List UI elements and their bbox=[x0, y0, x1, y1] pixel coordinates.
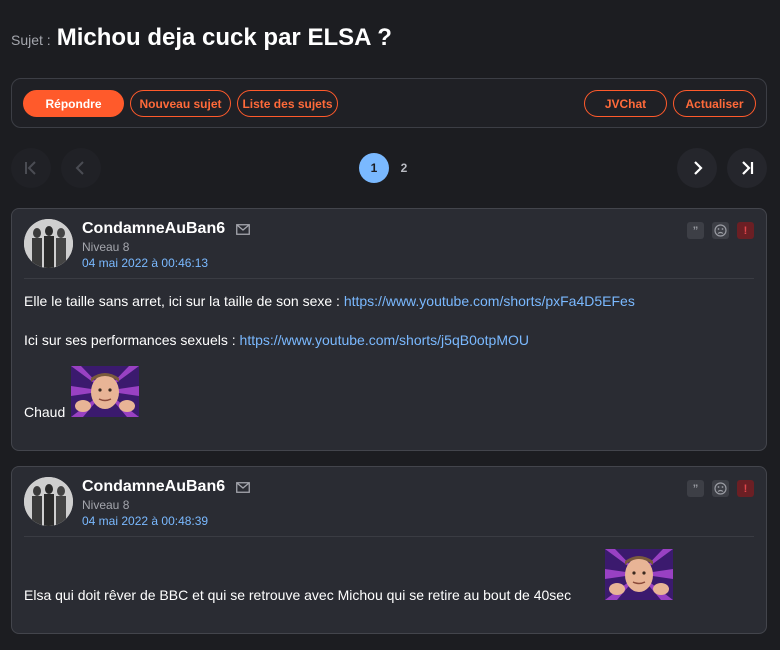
report-icon[interactable]: ! bbox=[737, 480, 754, 497]
sticker-image bbox=[71, 366, 139, 417]
post-paragraph: Ici sur ses performances sexuels : https… bbox=[24, 332, 529, 348]
new-topic-button[interactable]: Nouveau sujet bbox=[130, 90, 231, 117]
post-text: Elle le taille sans arret, ici sur la ta… bbox=[24, 293, 344, 309]
topic-prefix: Sujet : bbox=[11, 32, 51, 48]
mail-icon[interactable] bbox=[236, 224, 250, 235]
report-icon[interactable]: ! bbox=[737, 222, 754, 239]
post-header: CondamneAuBan6 Niveau 8 04 mai 2022 à 00… bbox=[12, 467, 766, 537]
post-text: Chaud bbox=[24, 404, 66, 420]
first-page-icon[interactable] bbox=[11, 148, 51, 188]
forum-post: CondamneAuBan6 Niveau 8 04 mai 2022 à 00… bbox=[11, 208, 767, 451]
post-author-level: Niveau 8 bbox=[82, 240, 130, 254]
topic-toolbar: Répondre Nouveau sujet Liste des sujets … bbox=[11, 78, 767, 128]
post-paragraph: Elsa qui doit rêver de BBC et qui se ret… bbox=[24, 587, 571, 603]
refresh-button[interactable]: Actualiser bbox=[673, 90, 756, 117]
page-title: Michou deja cuck par ELSA ? bbox=[56, 24, 392, 51]
post-actions: ” ! bbox=[687, 480, 754, 497]
post-divider bbox=[24, 278, 754, 279]
previous-page-icon[interactable] bbox=[61, 148, 101, 188]
quote-icon[interactable]: ” bbox=[687, 480, 704, 497]
sticker-image bbox=[605, 549, 673, 600]
mail-icon[interactable] bbox=[236, 482, 250, 493]
reply-button[interactable]: Répondre bbox=[23, 90, 124, 117]
sad-face-icon[interactable] bbox=[712, 222, 729, 239]
post-paragraph: Elle le taille sans arret, ici sur la ta… bbox=[24, 293, 635, 309]
post-author-level: Niveau 8 bbox=[82, 498, 130, 512]
pagination: 1 2 bbox=[0, 147, 780, 189]
forum-post: CondamneAuBan6 Niveau 8 04 mai 2022 à 00… bbox=[11, 466, 767, 634]
post-date[interactable]: 04 mai 2022 à 00:46:13 bbox=[82, 256, 208, 270]
youtube-link[interactable]: https://www.youtube.com/shorts/j5qB0otpM… bbox=[240, 332, 529, 348]
topic-title-row: Sujet : Michou deja cuck par ELSA ? bbox=[11, 24, 392, 52]
post-text: Elsa qui doit rêver de BBC et qui se ret… bbox=[24, 587, 572, 603]
page-2-button[interactable]: 2 bbox=[389, 153, 419, 183]
next-page-icon[interactable] bbox=[677, 148, 717, 188]
avatar[interactable] bbox=[24, 477, 73, 526]
post-actions: ” ! bbox=[687, 222, 754, 239]
post-header: CondamneAuBan6 Niveau 8 04 mai 2022 à 00… bbox=[12, 209, 766, 279]
avatar[interactable] bbox=[24, 219, 73, 268]
page-1-button[interactable]: 1 bbox=[359, 153, 389, 183]
post-date[interactable]: 04 mai 2022 à 00:48:39 bbox=[82, 514, 208, 528]
post-author[interactable]: CondamneAuBan6 bbox=[82, 478, 225, 496]
youtube-link[interactable]: https://www.youtube.com/shorts/pxFa4D5EF… bbox=[344, 293, 635, 309]
sad-face-icon[interactable] bbox=[712, 480, 729, 497]
topic-list-button[interactable]: Liste des sujets bbox=[237, 90, 338, 117]
jvchat-button[interactable]: JVChat bbox=[584, 90, 667, 117]
post-author[interactable]: CondamneAuBan6 bbox=[82, 220, 225, 238]
post-text: Ici sur ses performances sexuels : bbox=[24, 332, 240, 348]
quote-icon[interactable]: ” bbox=[687, 222, 704, 239]
last-page-icon[interactable] bbox=[727, 148, 767, 188]
post-paragraph: Chaud bbox=[24, 404, 65, 420]
post-divider bbox=[24, 536, 754, 537]
